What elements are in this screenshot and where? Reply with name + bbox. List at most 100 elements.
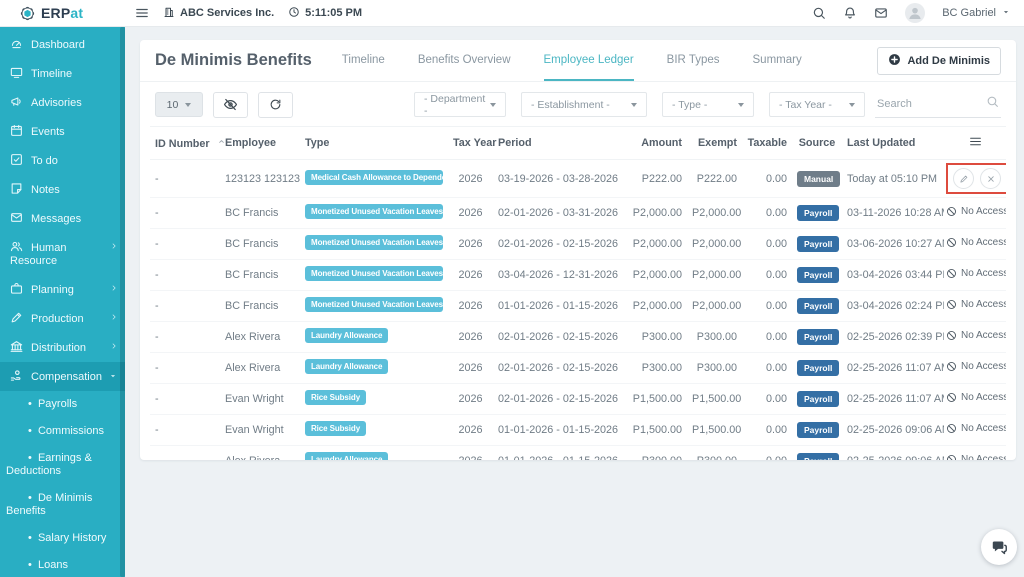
cell-taxable: 0.00 <box>742 446 792 461</box>
sidebar-subitem-commissions[interactable]: Commissions <box>0 418 125 445</box>
no-access-label: No Access <box>946 206 1006 217</box>
sidebar-item-dashboard[interactable]: Dashboard <box>0 30 125 59</box>
cell-exempt: P2,000.00 <box>687 260 742 291</box>
filter-select-establishment[interactable]: - Establishment - <box>521 92 647 117</box>
tab-timeline[interactable]: Timeline <box>342 40 385 81</box>
filter-select-department[interactable]: - Department - <box>414 92 506 117</box>
sidebar-item-planning[interactable]: Planning <box>0 275 125 304</box>
search-field <box>875 91 1001 118</box>
column-header-source[interactable]: Source <box>792 127 842 160</box>
sidebar-subitem-label: Commissions <box>28 425 104 437</box>
erpat-logo-icon <box>19 5 36 22</box>
toggle-columns-visibility-button[interactable] <box>213 92 248 118</box>
edit-button[interactable] <box>953 168 974 189</box>
caret-down-icon <box>1001 7 1011 17</box>
cell-amount: P300.00 <box>625 322 687 353</box>
sidebar-item-label: Advisories <box>31 97 82 109</box>
cell-taxable: 0.00 <box>742 322 792 353</box>
sidebar-item-compensation[interactable]: Compensation <box>0 362 125 391</box>
cell-period: 01-01-2026 - 01-15-2026 <box>493 291 625 322</box>
filter-select-type[interactable]: - Type - <box>662 92 754 117</box>
table-row: -BC FrancisMonetized Unused Vacation Lea… <box>150 198 1006 229</box>
column-header-exempt[interactable]: Exempt <box>687 127 742 160</box>
cell-period: 01-01-2026 - 01-15-2026 <box>493 446 625 461</box>
sidebar-item-human-resource[interactable]: Human Resource <box>0 233 125 275</box>
chat-button[interactable] <box>981 529 1017 565</box>
tab-benefits-overview[interactable]: Benefits Overview <box>418 40 511 81</box>
de-minimis-card: De Minimis Benefits TimelineBenefits Ove… <box>140 40 1016 460</box>
sidebar-item-messages[interactable]: Messages <box>0 204 125 233</box>
ban-icon <box>946 268 957 279</box>
sidebar-item-notes[interactable]: Notes <box>0 175 125 204</box>
delete-button[interactable] <box>980 168 1001 189</box>
tab-employee-ledger[interactable]: Employee Ledger <box>544 40 634 81</box>
sidebar-subitem-loans[interactable]: Loans <box>0 552 125 577</box>
sidebar-toggle-button[interactable] <box>135 6 149 20</box>
user-menu[interactable]: BC Gabriel <box>942 7 1011 20</box>
main-content: De Minimis Benefits TimelineBenefits Ove… <box>125 27 1024 577</box>
add-de-minimis-button[interactable]: Add De Minimis <box>877 47 1001 75</box>
page-size-select[interactable]: 10 <box>155 92 203 117</box>
search-button[interactable] <box>812 6 826 20</box>
cell-taxable: 0.00 <box>742 160 792 198</box>
column-header-taxable[interactable]: Taxable <box>742 127 792 160</box>
column-header-id-number[interactable]: ID Number <box>150 127 220 160</box>
sidebar-subitem-de-minimis-benefits[interactable]: De Minimis Benefits <box>0 485 125 525</box>
cell-tax-year: 2026 <box>448 322 493 353</box>
cell-id: - <box>150 160 220 198</box>
sidebar-subitem-salary-history[interactable]: Salary History <box>0 525 125 552</box>
sidebar-item-to-do[interactable]: To do <box>0 146 125 175</box>
search-input[interactable] <box>877 98 980 110</box>
mail-icon <box>874 6 888 20</box>
sidebar-item-label: Timeline <box>31 68 72 80</box>
notifications-button[interactable] <box>843 6 857 20</box>
column-header-period[interactable]: Period <box>493 127 625 160</box>
sidebar-item-label: Production <box>31 313 84 325</box>
sidebar-item-events[interactable]: Events <box>0 117 125 146</box>
logo-text: ERPat <box>41 5 83 21</box>
sidebar-subitem-earnings-deductions[interactable]: Earnings & Deductions <box>0 445 125 485</box>
cell-tax-year: 2026 <box>448 260 493 291</box>
cell-employee: BC Francis <box>220 198 300 229</box>
cell-type: Medical Cash Allowance to Dependents <box>300 160 448 198</box>
tab-summary[interactable]: Summary <box>753 40 802 81</box>
sidebar-item-production[interactable]: Production <box>0 304 125 333</box>
cell-actions: No Access <box>944 198 1006 229</box>
type-badge: Medical Cash Allowance to Dependents <box>305 170 443 185</box>
sidebar-item-label: Planning <box>31 284 74 296</box>
table-row: -BC FrancisMonetized Unused Vacation Lea… <box>150 260 1006 291</box>
sidebar-item-advisories[interactable]: Advisories <box>0 88 125 117</box>
cell-type: Monetized Unused Vacation Leaves <box>300 291 448 322</box>
search-icon <box>812 6 826 20</box>
distribution-icon <box>10 340 23 353</box>
cell-source: Payroll <box>792 229 842 260</box>
columns-menu-button[interactable] <box>944 127 1006 160</box>
refresh-button[interactable] <box>258 92 293 118</box>
sidebar-subitem-label: Payrolls <box>28 398 77 410</box>
column-header-employee[interactable]: Employee <box>220 127 300 160</box>
cell-source: Payroll <box>792 353 842 384</box>
messages-button[interactable] <box>874 6 888 20</box>
column-header-tax-year[interactable]: Tax Year <box>448 127 493 160</box>
cell-exempt: P1,500.00 <box>687 415 742 446</box>
caret-down-icon <box>185 103 191 107</box>
source-badge: Payroll <box>797 236 839 252</box>
column-header-type[interactable]: Type <box>300 127 448 160</box>
caret-down-icon <box>738 103 744 107</box>
planning-icon <box>10 282 23 295</box>
cell-tax-year: 2026 <box>448 198 493 229</box>
events-icon <box>10 124 23 137</box>
topbar: ERPat ABC Services Inc. 5:11:05 PM BC Ga… <box>0 0 1024 27</box>
cell-tax-year: 2026 <box>448 384 493 415</box>
source-badge: Payroll <box>797 205 839 221</box>
sidebar-subitem-label: De Minimis Benefits <box>6 492 92 517</box>
sidebar-item-timeline[interactable]: Timeline <box>0 59 125 88</box>
column-header-last-updated[interactable]: Last Updated <box>842 127 944 160</box>
sidebar-subitem-payrolls[interactable]: Payrolls <box>0 391 125 418</box>
filter-select-tax-year[interactable]: - Tax Year - <box>769 92 865 117</box>
tab-bir-types[interactable]: BIR Types <box>667 40 720 81</box>
column-header-amount[interactable]: Amount <box>625 127 687 160</box>
no-access-label: No Access <box>946 299 1006 310</box>
avatar[interactable] <box>905 3 925 23</box>
sidebar-item-distribution[interactable]: Distribution <box>0 333 125 362</box>
